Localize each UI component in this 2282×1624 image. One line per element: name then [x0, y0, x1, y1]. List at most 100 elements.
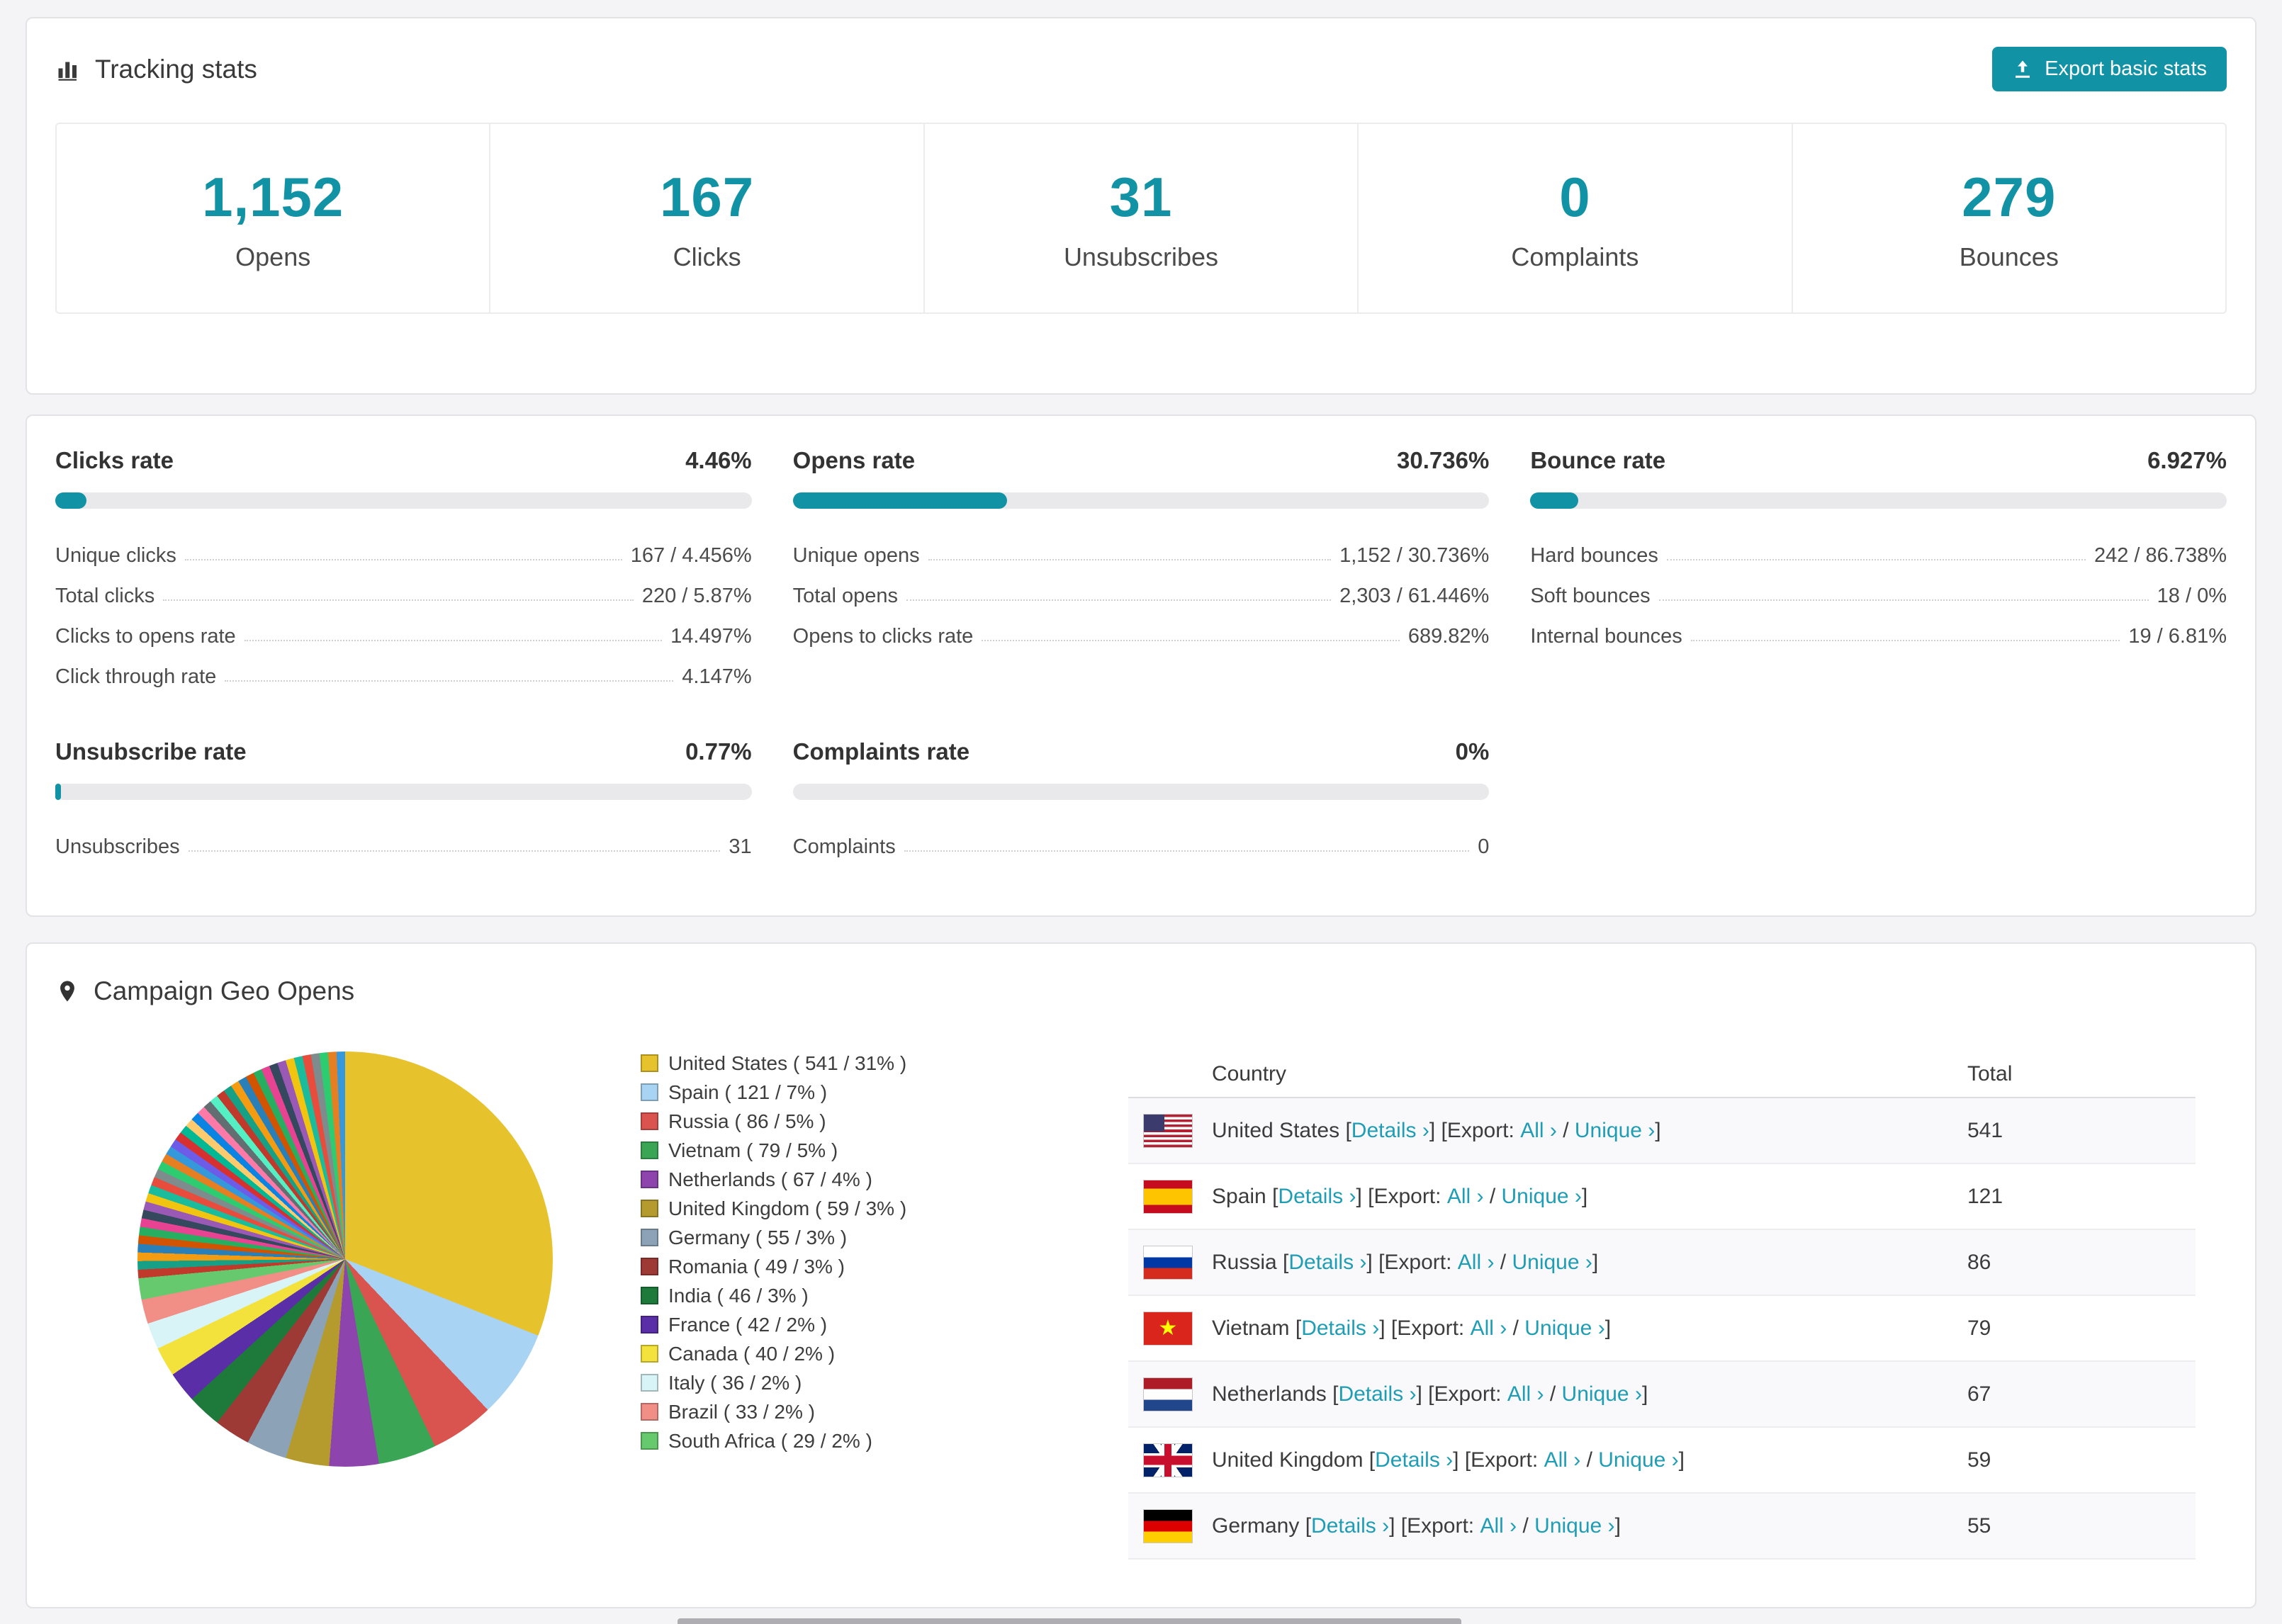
table-cell-text: ] — [1592, 1250, 1599, 1274]
country-cell: Russia [Details ›] [Export: All › / Uniq… — [1212, 1251, 1967, 1275]
geo-pie-chart[interactable] — [137, 1051, 553, 1467]
table-row: United States [Details ›] [Export: All ›… — [1128, 1098, 2196, 1164]
opens-rate-progress-bar — [792, 492, 1490, 509]
total-cell: 541 — [1967, 1118, 2003, 1142]
export-all-link[interactable]: All › — [1471, 1316, 1507, 1341]
export-unique-link[interactable]: Unique › — [1562, 1382, 1642, 1406]
legend-item[interactable]: Russia ( 86 / 5% ) — [641, 1107, 906, 1136]
geo-opens-title: Campaign Geo Opens — [55, 976, 354, 1006]
legend-item[interactable]: France ( 42 / 2% ) — [641, 1310, 906, 1339]
legend-item[interactable]: Canada ( 40 / 2% ) — [641, 1339, 906, 1368]
legend-item[interactable]: Spain ( 121 / 7% ) — [641, 1078, 906, 1107]
rate-detail-row: Unique opens 1,152 / 30.736% — [793, 527, 1490, 568]
geo-opens-table: Country Total United States [Details ›] … — [1128, 1051, 2196, 1560]
flag-nl-icon — [1144, 1377, 1192, 1411]
table-cell-text: ] — [1655, 1118, 1661, 1142]
details-link[interactable]: Details › — [1278, 1185, 1356, 1209]
rate-detail-label: Soft bounces — [1530, 585, 1651, 607]
table-cell-text: / — [1507, 1316, 1525, 1340]
dotted-leader — [184, 559, 622, 560]
legend-item[interactable]: Italy ( 36 / 2% ) — [641, 1368, 906, 1397]
export-all-link[interactable]: All › — [1480, 1514, 1517, 1538]
rate-detail-label: Total opens — [792, 585, 898, 607]
rate-card-bounce: Bounce rate 6.927% Hard bounces 242 / 86.… — [1530, 447, 2227, 689]
legend-swatch — [641, 1229, 658, 1246]
legend-label: France ( 42 / 2% ) — [668, 1313, 828, 1336]
legend-item[interactable]: South Africa ( 29 / 2% ) — [641, 1426, 906, 1455]
legend-label: Netherlands ( 67 / 4% ) — [668, 1168, 872, 1190]
rate-detail-label: Click through rate — [55, 665, 217, 688]
table-cell-text: ] [Export: — [1366, 1250, 1458, 1274]
legend-swatch — [641, 1316, 658, 1333]
legend-swatch — [641, 1374, 658, 1392]
export-unique-link[interactable]: Unique › — [1598, 1448, 1678, 1472]
details-link[interactable]: Details › — [1311, 1514, 1389, 1538]
rate-card-opens: Opens rate 30.736% Unique opens 1,152 / 3… — [792, 447, 1490, 689]
export-unique-link[interactable]: Unique › — [1512, 1251, 1592, 1275]
legend-swatch — [641, 1141, 658, 1159]
unsubscribe-rate-progress-bar — [55, 784, 752, 800]
complaints-label: Complaints — [1511, 242, 1639, 271]
opens-label: Opens — [235, 242, 311, 271]
table-cell-text: ] — [1641, 1382, 1648, 1406]
stat-box-clicks: 167 Clicks — [490, 124, 923, 312]
export-unique-link[interactable]: Unique › — [1534, 1514, 1614, 1538]
legend-swatch — [641, 1112, 658, 1130]
legend-item[interactable]: United States ( 541 / 31% ) — [641, 1049, 906, 1078]
rate-detail-label: Opens to clicks rate — [792, 625, 974, 648]
legend-item[interactable]: India ( 46 / 3% ) — [641, 1281, 906, 1310]
rate-detail-value: 689.82% — [1407, 625, 1490, 648]
export-basic-stats-button[interactable]: Export basic stats — [1992, 47, 2227, 91]
stat-box-unsubscribes: 31 Unsubscribes — [924, 124, 1358, 312]
export-all-link[interactable]: All › — [1447, 1185, 1484, 1209]
flag-gb-icon — [1144, 1443, 1192, 1477]
table-cell-text: ] [Export: — [1389, 1513, 1480, 1538]
map-pin-icon — [60, 981, 74, 1002]
export-all-link[interactable]: All › — [1544, 1448, 1581, 1472]
legend-swatch — [641, 1083, 658, 1101]
legend-item[interactable]: Vietnam ( 79 / 5% ) — [641, 1136, 906, 1165]
legend-item[interactable]: Germany ( 55 / 3% ) — [641, 1223, 906, 1252]
dotted-leader — [982, 640, 1400, 641]
export-all-link[interactable]: All › — [1520, 1119, 1557, 1143]
tracking-stats-panel: Tracking stats Export basic stats 1,152 … — [26, 17, 2256, 395]
legend-swatch — [641, 1432, 658, 1450]
rate-detail-label: Internal bounces — [1530, 625, 1682, 648]
export-all-link[interactable]: All › — [1458, 1251, 1495, 1275]
legend-item[interactable]: Romania ( 49 / 3% ) — [641, 1252, 906, 1281]
unsubscribes-label: Unsubscribes — [1063, 242, 1219, 271]
details-link[interactable]: Details › — [1375, 1448, 1453, 1472]
bar-chart-icon — [58, 62, 77, 81]
legend-label: Canada ( 40 / 2% ) — [668, 1342, 836, 1365]
details-link[interactable]: Details › — [1288, 1251, 1366, 1275]
clicks-count: 167 — [660, 165, 755, 228]
legend-label: Italy ( 36 / 2% ) — [668, 1371, 802, 1394]
column-header-country: Country — [1212, 1062, 1287, 1086]
rate-detail-row: Click through rate 4.147% — [55, 648, 752, 689]
legend-item[interactable]: Netherlands ( 67 / 4% ) — [641, 1165, 906, 1194]
export-unique-link[interactable]: Unique › — [1502, 1185, 1582, 1209]
horizontal-scrollbar-thumb[interactable] — [678, 1618, 1461, 1624]
table-row: United Kingdom [Details ›] [Export: All … — [1128, 1428, 2196, 1494]
legend-item[interactable]: Brazil ( 33 / 2% ) — [641, 1397, 906, 1426]
flag-es-icon — [1144, 1180, 1192, 1213]
country-cell: Vietnam [Details ›] [Export: All › / Uni… — [1212, 1316, 1967, 1341]
rate-detail-row: Soft bounces 18 / 0% — [1530, 568, 2227, 608]
total-cell: 121 — [1967, 1184, 2003, 1208]
export-unique-link[interactable]: Unique › — [1575, 1119, 1655, 1143]
details-link[interactable]: Details › — [1351, 1119, 1429, 1143]
rate-detail-label: Unique opens — [792, 544, 920, 567]
rate-detail-row: Opens to clicks rate 689.82% — [793, 608, 1490, 648]
rate-detail-row: Clicks to opens rate 14.497% — [55, 608, 752, 648]
details-link[interactable]: Details › — [1301, 1316, 1379, 1341]
export-all-link[interactable]: All › — [1507, 1382, 1544, 1406]
details-link[interactable]: Details › — [1338, 1382, 1416, 1406]
legend-swatch — [641, 1287, 658, 1304]
panel-title-text: Campaign Geo Opens — [94, 976, 355, 1005]
export-unique-link[interactable]: Unique › — [1524, 1316, 1604, 1341]
rate-card-clicks: Clicks rate 4.46% Unique clicks 167 / 4.4… — [55, 447, 752, 689]
table-cell-text: ] [Export: — [1379, 1316, 1471, 1340]
table-row: Spain [Details ›] [Export: All › / Uniqu… — [1128, 1164, 2196, 1230]
country-cell: Germany [Details ›] [Export: All › / Uni… — [1212, 1514, 1967, 1538]
legend-item[interactable]: United Kingdom ( 59 / 3% ) — [641, 1194, 906, 1223]
